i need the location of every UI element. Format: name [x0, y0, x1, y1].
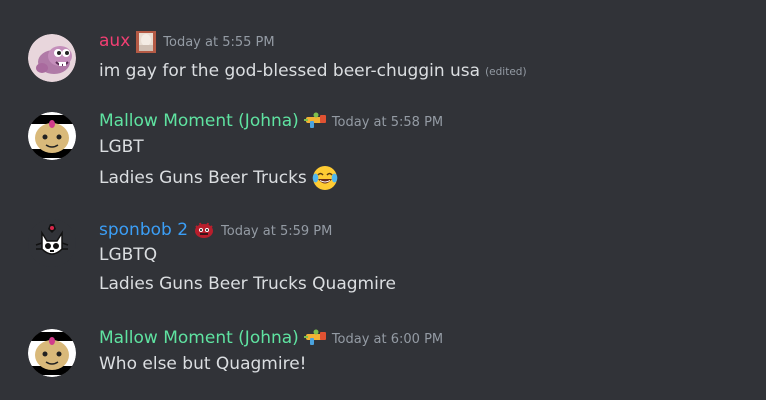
water-gun-icon [303, 328, 326, 348]
face-with-tears-of-joy-icon [312, 165, 338, 191]
avatar[interactable] [28, 112, 76, 160]
message-content: Ladies Guns Beer Trucks Quagmire [99, 273, 396, 295]
timestamp: Today at 5:58 PM [331, 115, 444, 130]
message-header: aux Today at 5:55 PM [99, 30, 275, 53]
username[interactable]: aux [99, 30, 130, 52]
message-content: Ladies Guns Beer Trucks [99, 165, 338, 191]
message-content: Who else but Quagmire! [99, 353, 306, 375]
message-content: LGBTQ [99, 244, 157, 266]
avatar[interactable] [28, 219, 76, 267]
pink-creature-icon [28, 34, 76, 82]
red-creature-icon [193, 220, 215, 240]
water-gun-icon [303, 111, 326, 131]
message-header: Mallow Moment (Johna) Today at 6:00 PM [99, 327, 443, 349]
message-text: LGBTQ [99, 245, 158, 265]
username[interactable]: Mallow Moment (Johna) [99, 327, 299, 349]
message-content: im gay for the god-blessed beer-chuggin … [99, 58, 527, 83]
message-text: Who else but Quagmire! [99, 354, 307, 374]
message-text: LGBT [99, 137, 144, 157]
message-header: Mallow Moment (Johna) Today at 5:58 PM [99, 110, 443, 132]
message-text: Ladies Guns Beer Trucks Quagmire [99, 274, 396, 294]
timestamp: Today at 5:55 PM [163, 35, 275, 50]
cat-skull-avatar-icon [28, 219, 76, 267]
mallow-avatar-icon [28, 329, 76, 377]
message-text: Ladies Guns Beer Trucks [99, 168, 307, 188]
avatar[interactable] [28, 329, 76, 377]
profile-image-badge-icon [135, 31, 157, 53]
mallow-avatar-icon [28, 112, 76, 160]
timestamp: Today at 5:59 PM [221, 224, 333, 239]
edited-label: (edited) [485, 66, 527, 78]
avatar[interactable] [28, 34, 76, 82]
message-text: im gay for the god-blessed beer-chuggin … [99, 60, 481, 81]
chat-messages: aux Today at 5:55 PM im gay for the god-… [0, 0, 766, 400]
message-header: sponbob 2 Today at 5:59 PM [99, 219, 332, 241]
username[interactable]: Mallow Moment (Johna) [99, 110, 299, 132]
username[interactable]: sponbob 2 [99, 219, 188, 241]
timestamp: Today at 6:00 PM [331, 332, 444, 347]
message-content: LGBT [99, 136, 144, 158]
